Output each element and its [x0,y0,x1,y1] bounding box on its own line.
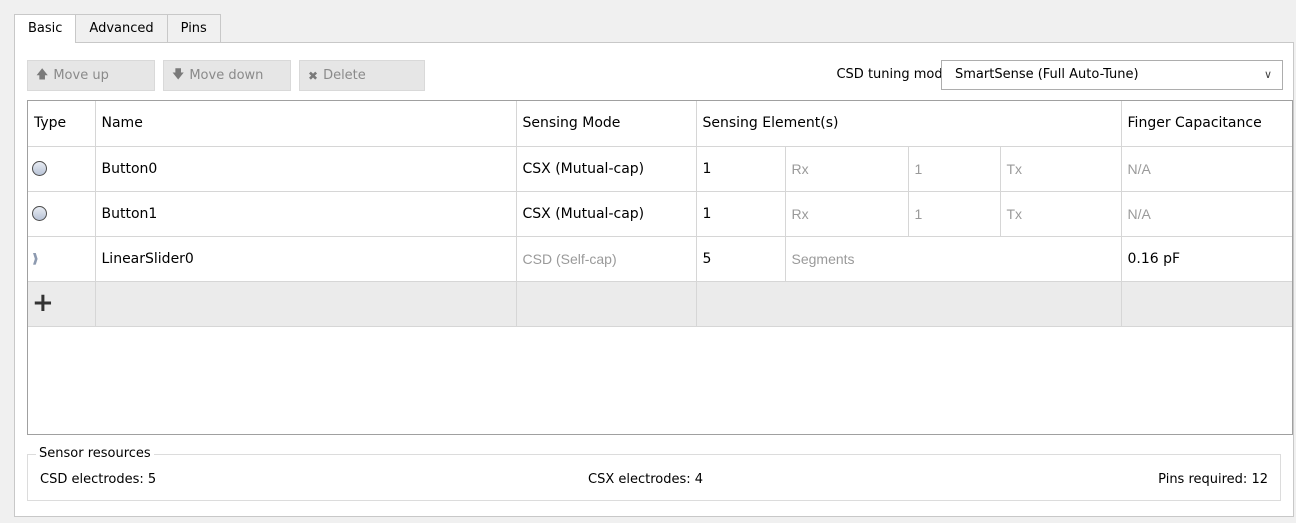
sensing-mode-cell: CSD (Self-cap) [516,236,697,282]
column-header-finger-capacitance[interactable]: Finger Capacitance [1121,101,1292,147]
linear-slider-icon: ⟩⟩ [32,251,39,267]
name-cell[interactable]: Button0 [95,146,517,192]
sensor-resources-group: Sensor resources CSD electrodes: 5 CSX e… [27,446,1281,501]
tx-count-cell[interactable]: 1 [908,191,1001,237]
tx-label-cell: Tx [1000,146,1122,192]
chevron-down-icon: ∨ [1263,68,1272,81]
add-widget-cell[interactable]: + [28,281,96,327]
csx-electrodes-count: CSX electrodes: 4 [588,472,704,487]
delete-button[interactable]: ✖ Delete [299,60,425,91]
basic-panel: 🡅 Move up 🡇 Move down ✖ Delete CSD tunin… [14,42,1294,517]
tab-basic[interactable]: Basic [14,14,77,43]
finger-capacitance-cell[interactable]: 0.16 pF [1121,236,1292,282]
type-cell[interactable]: ⟩⟩ [28,236,96,282]
empty-cell [696,281,1122,327]
move-up-label: Move up [53,68,109,83]
widget-table: Type Name Sensing Mode Sensing Element(s… [27,100,1293,435]
add-icon[interactable]: + [32,288,54,318]
table-row[interactable]: ⟩⟩ LinearSlider0 CSD (Self-cap) 5 Segmen… [28,236,1292,282]
tab-bar: Basic Advanced Pins [14,14,221,43]
type-cell[interactable] [28,191,96,237]
segment-count-cell[interactable]: 5 [696,236,786,282]
segments-label-cell: Segments [785,236,1122,282]
csd-tuning-mode-select[interactable]: SmartSense (Full Auto-Tune) ∨ [941,60,1283,90]
arrow-up-icon: 🡅 [36,67,49,81]
table-row[interactable]: Button1 CSX (Mutual-cap) 1 Rx 1 Tx N/A [28,191,1292,237]
tx-count-cell[interactable]: 1 [908,146,1001,192]
sensing-mode-cell[interactable]: CSX (Mutual-cap) [516,191,697,237]
csd-electrodes-count: CSD electrodes: 5 [40,472,157,487]
column-header-name[interactable]: Name [95,101,517,147]
name-cell[interactable]: LinearSlider0 [95,236,517,282]
rx-label-cell: Rx [785,146,909,192]
finger-capacitance-cell: N/A [1121,146,1292,192]
tab-pins[interactable]: Pins [166,14,221,42]
sensor-resources-title: Sensor resources [36,446,154,461]
move-up-button[interactable]: 🡅 Move up [27,60,155,91]
move-down-button[interactable]: 🡇 Move down [163,60,291,91]
button-widget-icon [32,206,47,221]
empty-cell [1121,281,1292,327]
button-widget-icon [32,161,47,176]
type-cell[interactable] [28,146,96,192]
tab-advanced[interactable]: Advanced [75,14,168,42]
move-down-label: Move down [189,68,264,83]
rx-count-cell[interactable]: 1 [696,191,786,237]
tx-label-cell: Tx [1000,191,1122,237]
rx-label-cell: Rx [785,191,909,237]
sensing-mode-cell[interactable]: CSX (Mutual-cap) [516,146,697,192]
arrow-down-icon: 🡇 [172,67,185,81]
delete-x-icon: ✖ [308,68,319,83]
table-header-row: Type Name Sensing Mode Sensing Element(s… [28,101,1292,147]
table-row[interactable]: Button0 CSX (Mutual-cap) 1 Rx 1 Tx N/A [28,146,1292,192]
csd-tuning-mode-label: CSD tuning mode: [836,67,955,82]
empty-cell [516,281,697,327]
finger-capacitance-cell: N/A [1121,191,1292,237]
column-header-sensing-mode[interactable]: Sensing Mode [516,101,697,147]
rx-count-cell[interactable]: 1 [696,146,786,192]
delete-label: Delete [323,68,366,83]
pins-required-count: Pins required: 12 [1158,472,1268,487]
name-cell[interactable]: Button1 [95,191,517,237]
add-widget-row[interactable]: + [28,281,1292,327]
column-header-type[interactable]: Type [28,101,96,147]
empty-cell [95,281,517,327]
csd-tuning-mode-value: SmartSense (Full Auto-Tune) [955,67,1139,82]
column-header-sensing-elements[interactable]: Sensing Element(s) [696,101,1122,147]
